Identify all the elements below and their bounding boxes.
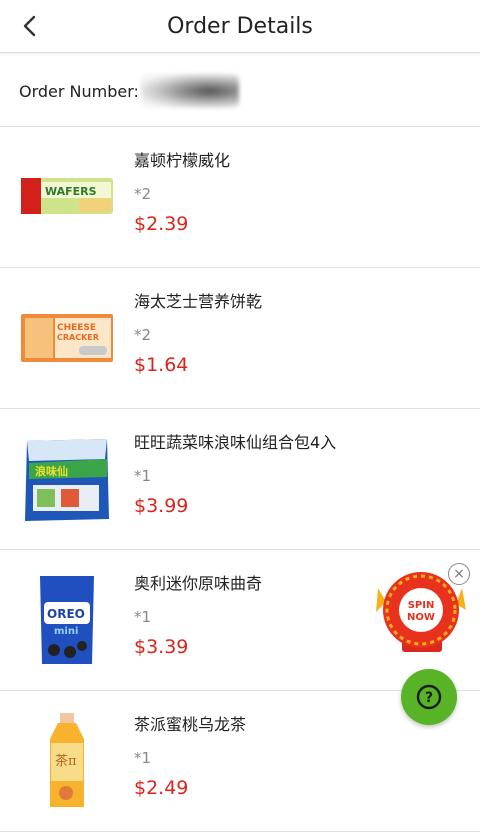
question-circle-icon: ? — [416, 684, 442, 710]
order-number-redacted — [140, 74, 239, 108]
svg-text:WAFERS: WAFERS — [45, 185, 97, 198]
list-item[interactable]: CHEESE CRACKER 海太芝士营养饼乾 *2 $1.64 — [0, 268, 480, 409]
product-price: $1.64 — [134, 354, 189, 376]
help-button[interactable]: ? — [401, 669, 457, 725]
product-image: 浪味仙 — [18, 433, 116, 525]
product-image: OREO mini — [18, 574, 116, 666]
order-items-list: WAFERS 嘉顿柠檬威化 *2 $2.39 CHEESE CRACKER 海太… — [0, 127, 480, 832]
product-image: WAFERS — [18, 151, 116, 243]
product-quantity: *2 — [134, 185, 152, 203]
back-button[interactable] — [14, 11, 44, 41]
product-price: $3.39 — [134, 636, 189, 658]
chevron-left-icon — [23, 15, 36, 37]
product-name: 奥利迷你原味曲奇 — [134, 574, 263, 593]
product-image: 茶π — [18, 713, 116, 807]
svg-text:OREO: OREO — [47, 607, 85, 621]
svg-text:浪味仙: 浪味仙 — [35, 464, 68, 478]
list-item[interactable]: 浪味仙 旺旺蔬菜味浪味仙组合包4入 *1 $3.99 — [0, 409, 480, 550]
svg-text:CRACKER: CRACKER — [57, 333, 99, 342]
svg-text:CHEESE: CHEESE — [57, 323, 96, 333]
product-name: 茶派蜜桃乌龙茶 — [134, 715, 247, 734]
order-number-row: Order Number: — [0, 56, 480, 127]
close-icon[interactable]: × — [448, 563, 470, 585]
product-price: $2.49 — [134, 777, 189, 799]
page-title: Order Details — [167, 13, 313, 39]
product-name: 旺旺蔬菜味浪味仙组合包4入 — [134, 433, 337, 452]
product-quantity: *1 — [134, 467, 152, 485]
svg-text:茶π: 茶π — [55, 753, 77, 769]
product-name: 嘉顿柠檬威化 — [134, 151, 231, 170]
svg-text:?: ? — [425, 690, 433, 706]
product-quantity: *1 — [134, 608, 152, 626]
top-bar: Order Details — [0, 0, 480, 53]
product-image: CHEESE CRACKER — [18, 292, 116, 384]
product-quantity: *2 — [134, 326, 152, 344]
svg-text:mini: mini — [54, 626, 78, 637]
svg-text:SPIN: SPIN — [408, 600, 435, 611]
svg-text:NOW: NOW — [407, 612, 435, 623]
product-quantity: *1 — [134, 749, 152, 767]
product-name: 海太芝士营养饼乾 — [134, 292, 263, 311]
product-price: $2.39 — [134, 213, 189, 235]
list-item[interactable]: WAFERS 嘉顿柠檬威化 *2 $2.39 — [0, 127, 480, 268]
product-price: $3.99 — [134, 495, 189, 517]
order-number-label: Order Number: — [19, 81, 139, 101]
